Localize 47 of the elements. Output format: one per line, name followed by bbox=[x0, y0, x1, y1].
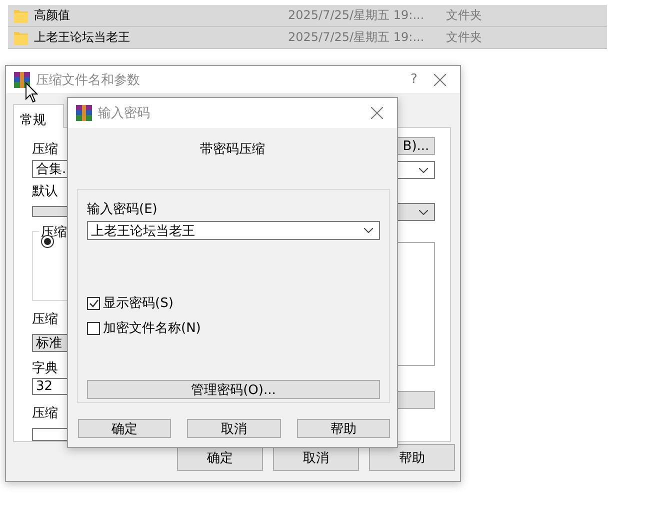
browse-button[interactable]: B)... bbox=[397, 137, 435, 155]
folder-icon bbox=[14, 8, 28, 23]
field-label: 压缩 bbox=[32, 406, 59, 422]
input-field[interactable]: 32 bbox=[32, 378, 68, 396]
dialog-button[interactable]: 帮助 bbox=[297, 419, 390, 438]
dialog-button[interactable]: 帮助 bbox=[369, 444, 455, 471]
file-name: 上老王论坛当老王 bbox=[34, 29, 131, 46]
window-title: 压缩文件名和参数 bbox=[36, 72, 141, 88]
checkbox[interactable] bbox=[87, 322, 100, 334]
dropdown-field[interactable] bbox=[32, 206, 68, 218]
archive-logo-icon bbox=[14, 72, 30, 88]
checkbox[interactable] bbox=[87, 296, 100, 310]
field-label: 默认 bbox=[32, 184, 59, 200]
input-field[interactable] bbox=[32, 428, 68, 441]
file-row[interactable]: 高颜值 2025/7/25/星期五 19:... 文件夹 bbox=[8, 5, 607, 27]
file-name: 高颜值 bbox=[34, 7, 71, 24]
dialog-button[interactable]: 确定 bbox=[78, 419, 171, 438]
window-title: 输入密码 bbox=[98, 105, 151, 122]
folder-icon bbox=[14, 30, 28, 45]
field-label: 压缩 bbox=[32, 312, 59, 328]
modified-date: 2025/7/25/星期五 19:... bbox=[288, 7, 426, 24]
field-label: 字典 bbox=[32, 361, 59, 378]
file-type: 文件夹 bbox=[446, 7, 482, 24]
close-icon[interactable] bbox=[371, 107, 383, 119]
dropdown-field[interactable]: 标准 bbox=[32, 334, 68, 352]
dropdown-button[interactable] bbox=[397, 161, 435, 179]
file-type: 文件夹 bbox=[446, 29, 482, 46]
checkbox-option[interactable]: 加密文件名称(N) bbox=[87, 319, 201, 337]
dialog-heading: 带密码压缩 bbox=[199, 141, 266, 158]
archive-logo-icon bbox=[76, 105, 92, 121]
tab[interactable]: 常规 bbox=[13, 104, 64, 128]
password-label: 输入密码(E) bbox=[87, 201, 158, 218]
dialog-button[interactable]: 取消 bbox=[187, 419, 281, 438]
dropdown-button[interactable] bbox=[397, 203, 435, 221]
caret-icon bbox=[419, 168, 428, 172]
manage-passwords-button[interactable]: 管理密码(O)... bbox=[87, 380, 380, 399]
help-button[interactable]: ? bbox=[394, 72, 434, 87]
caret-icon bbox=[364, 228, 373, 233]
checkbox-option[interactable]: 显示密码(S) bbox=[87, 294, 174, 312]
password-field[interactable]: 上老王论坛当老王 bbox=[87, 221, 380, 240]
file-row[interactable]: 上老王论坛当老王 2025/7/25/星期五 19:... 文件夹 bbox=[8, 27, 607, 49]
modified-date: 2025/7/25/星期五 19:... bbox=[288, 29, 426, 46]
close-icon[interactable] bbox=[434, 74, 446, 86]
dropdown-field[interactable]: 合集. bbox=[32, 160, 68, 178]
caret-icon bbox=[419, 210, 428, 214]
radio-button[interactable] bbox=[41, 235, 54, 248]
field-label: 压缩 bbox=[32, 142, 59, 158]
